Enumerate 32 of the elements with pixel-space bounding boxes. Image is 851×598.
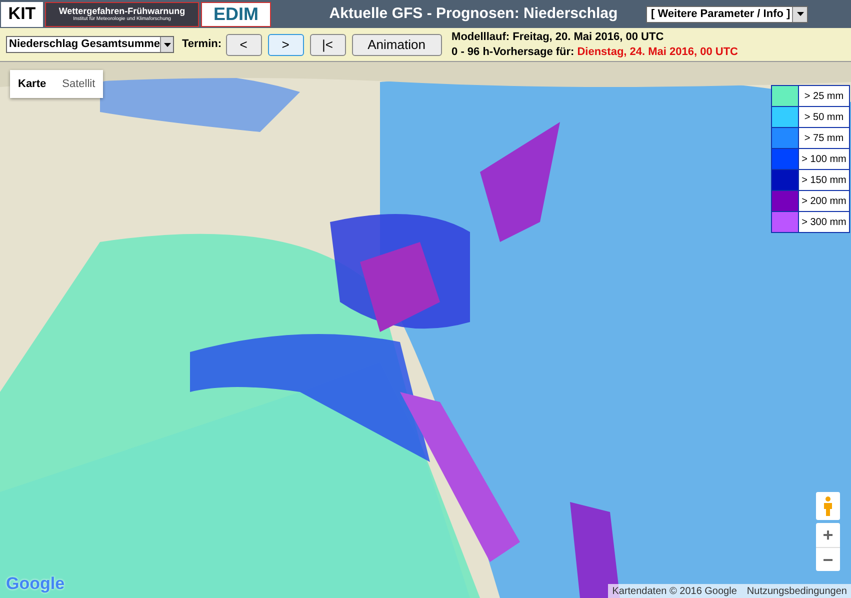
legend-label: > 50 mm <box>799 107 849 127</box>
forecast-label: 0 - 96 h-Vorhersage für: <box>452 44 574 60</box>
nav-button[interactable]: > <box>268 34 304 56</box>
terms-link[interactable]: Nutzungsbedingungen <box>746 584 847 598</box>
nav-button[interactable]: |< <box>310 34 346 56</box>
model-run-text: Modelllauf: Freitag, 20. Mai 2016, 00 UTC <box>452 30 665 44</box>
parameter-dropdown[interactable]: [ Weitere Parameter / Info ] <box>646 6 808 22</box>
map-type-tab[interactable]: Satellit <box>54 70 104 98</box>
pegman-icon <box>823 496 833 516</box>
nav-button[interactable]: Animation <box>352 34 442 56</box>
parameter-select[interactable]: Niederschlag Gesamtsumme <box>6 36 174 53</box>
legend-label: > 75 mm <box>799 128 849 148</box>
edim-logo: EDIM <box>201 2 271 26</box>
legend-label: > 300 mm <box>799 212 849 232</box>
page-title: Aktuelle GFS - Prognosen: Niederschlag <box>328 4 619 24</box>
google-logo: Google <box>6 572 65 595</box>
zoom-out-button[interactable]: − <box>816 547 840 571</box>
legend-label: > 25 mm <box>799 86 849 106</box>
forecast-date: Dienstag, 24. Mai 2016, 00 UTC <box>577 44 738 60</box>
legend-label: > 100 mm <box>799 149 849 169</box>
nav-button[interactable]: < <box>226 34 262 56</box>
dropdown-arrow-icon <box>164 42 170 46</box>
dropdown-arrow-icon <box>796 12 804 16</box>
map-type-tab[interactable]: Karte <box>10 70 54 98</box>
legend-label: > 150 mm <box>799 170 849 190</box>
kit-logo: KIT <box>1 2 43 26</box>
zoom-in-button[interactable]: + <box>816 523 840 547</box>
banner-title: Wettergefahren-Frühwarnung <box>58 6 186 16</box>
termin-label: Termin: <box>182 37 222 52</box>
street-view-button[interactable] <box>816 492 840 520</box>
attribution-text: Kartendaten © 2016 Google <box>612 584 737 598</box>
legend-label: > 200 mm <box>799 191 849 211</box>
